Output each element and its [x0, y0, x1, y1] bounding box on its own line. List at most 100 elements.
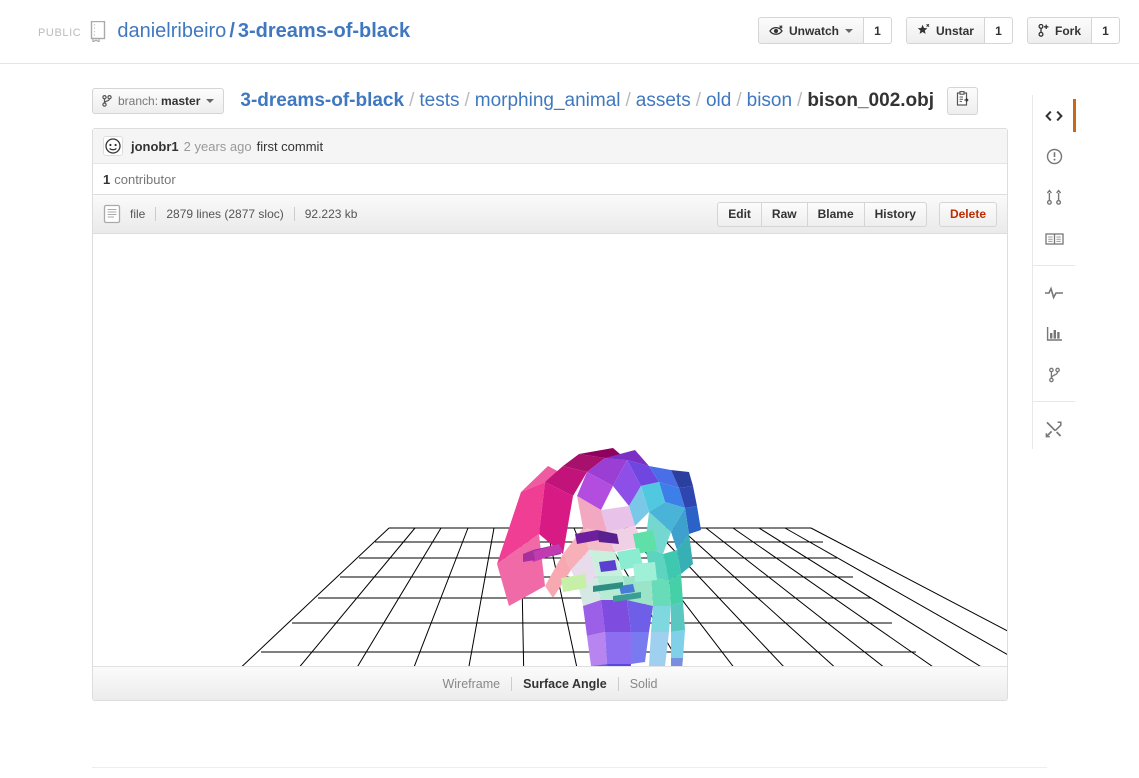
repo-header: PUBLIC danielribeiro/3-dreams-of-black U…	[0, 0, 1139, 64]
rail-divider	[1033, 401, 1075, 402]
unwatch-label: Unwatch	[788, 23, 839, 38]
star-icon	[917, 24, 931, 37]
fork-count[interactable]: 1	[1092, 17, 1120, 44]
fork-button-group: Fork 1	[1026, 17, 1120, 44]
star-button-group: Unstar 1	[905, 17, 1013, 44]
file-size: 92.223 kb	[304, 207, 358, 221]
fork-label: Fork	[1054, 23, 1081, 38]
breadcrumb-slash: /	[736, 90, 742, 111]
commit-message[interactable]: first commit	[257, 139, 323, 154]
obj-3d-viewer[interactable]	[93, 234, 1007, 666]
eye-icon	[769, 25, 784, 36]
latest-commit-box: jonobr1 2 years ago first commit 1 contr…	[92, 128, 1008, 195]
breadcrumb-part-bison[interactable]: bison	[747, 89, 792, 113]
blame-button[interactable]: Blame	[807, 201, 865, 227]
meta-divider	[155, 207, 157, 221]
unstar-button[interactable]: Unstar	[905, 17, 985, 44]
pulse-icon	[1044, 285, 1064, 300]
file-type-label: file	[130, 207, 146, 221]
repository-book-icon	[90, 20, 117, 42]
file-lines: 2879 lines (2877 sloc)	[166, 207, 284, 221]
breadcrumb-part-old[interactable]: old	[706, 89, 731, 113]
sidebar-item-code[interactable]	[1033, 95, 1076, 136]
branch-selector[interactable]: branch: master	[92, 88, 225, 114]
breadcrumb-file-name: bison_002.obj	[807, 90, 935, 111]
watch-count[interactable]: 1	[863, 17, 892, 44]
file-path-breadcrumb: 3-dreams-of-black / tests / morphing_ani…	[240, 89, 934, 113]
fork-button[interactable]: Fork	[1026, 17, 1092, 44]
history-button[interactable]: History	[864, 201, 927, 227]
contributors-label: contributor	[114, 171, 176, 187]
file-meta: file 2879 lines (2877 sloc) 92.223 kb	[103, 204, 357, 224]
sidebar-item-pull-requests[interactable]	[1033, 177, 1075, 218]
page-footer-divider	[92, 767, 1047, 768]
commit-row: jonobr1 2 years ago first commit	[93, 129, 1007, 164]
viewer-background	[93, 234, 1007, 666]
branch-prefix: branch:	[118, 94, 159, 108]
file-actions: Edit Raw Blame History Delete	[717, 201, 997, 227]
repo-name-link[interactable]: 3-dreams-of-black	[238, 20, 410, 42]
breadcrumb-slash: /	[797, 90, 803, 111]
graph-icon	[1046, 326, 1063, 342]
visibility-label: PUBLIC	[38, 27, 82, 39]
sidebar-item-graphs[interactable]	[1033, 313, 1075, 354]
repo-action-buttons: Unwatch 1 Unstar 1 Fork 1	[744, 17, 1120, 45]
view-mode-wireframe[interactable]: Wireframe	[431, 677, 511, 691]
sidebar-item-network[interactable]	[1033, 354, 1075, 395]
rail-divider	[1033, 265, 1075, 266]
chevron-down-icon	[844, 28, 853, 33]
breadcrumb-slash: /	[409, 90, 415, 111]
breadcrumb-part-assets[interactable]: assets	[636, 89, 691, 113]
view-mode-solid[interactable]: Solid	[619, 677, 669, 691]
main-content: branch: master 3-dreams-of-black / tests…	[92, 86, 1008, 701]
repo-path-separator: /	[229, 20, 235, 42]
commit-author[interactable]: jonobr1	[131, 139, 179, 154]
unwatch-button[interactable]: Unwatch	[757, 17, 864, 44]
book-icon	[1044, 232, 1064, 246]
file-box: file 2879 lines (2877 sloc) 92.223 kb Ed…	[92, 195, 1008, 701]
sidebar-item-pulse[interactable]	[1033, 272, 1075, 313]
contributors-count: 1	[103, 171, 111, 187]
unstar-label: Unstar	[935, 23, 974, 38]
contributors-row: 1 contributor	[93, 164, 1007, 194]
sidebar-item-wiki[interactable]	[1033, 218, 1075, 259]
sidebar-item-issues[interactable]	[1033, 136, 1075, 177]
chevron-down-icon	[206, 99, 215, 103]
raw-button[interactable]: Raw	[761, 201, 808, 227]
git-pull-request-icon	[1046, 189, 1062, 206]
breadcrumb-slash: /	[695, 90, 701, 111]
repo-owner-link[interactable]: danielribeiro	[117, 20, 226, 42]
branch-icon	[102, 95, 112, 107]
sidebar-item-settings[interactable]	[1033, 408, 1075, 449]
file-action-group: Edit Raw Blame History	[717, 201, 927, 227]
breadcrumb-slash: /	[625, 90, 631, 111]
meta-divider	[293, 207, 295, 221]
network-icon	[1048, 367, 1061, 383]
repo-title: PUBLIC danielribeiro/3-dreams-of-black	[38, 14, 410, 48]
file-header: file 2879 lines (2877 sloc) 92.223 kb Ed…	[93, 195, 1007, 234]
code-icon	[1045, 109, 1063, 123]
fork-icon	[1038, 24, 1050, 37]
view-mode-surface-angle[interactable]: Surface Angle	[512, 677, 618, 691]
delete-button[interactable]: Delete	[938, 201, 997, 227]
breadcrumb-part-morphing-animal[interactable]: morphing_animal	[475, 89, 621, 113]
edit-button[interactable]: Edit	[717, 201, 762, 227]
avatar	[103, 136, 123, 156]
repo-nav-rail	[1032, 95, 1076, 449]
viewer-mode-switcher: Wireframe Surface Angle Solid	[93, 666, 1007, 700]
repo-path: danielribeiro/3-dreams-of-black	[117, 19, 410, 43]
github-file-page: PUBLIC danielribeiro/3-dreams-of-black U…	[0, 0, 1139, 778]
branch-name: master	[161, 94, 201, 108]
star-count[interactable]: 1	[984, 17, 1013, 44]
clipboard-copy-icon	[956, 91, 969, 111]
issue-opened-icon	[1046, 148, 1063, 165]
breadcrumb-repo-root[interactable]: 3-dreams-of-black	[240, 89, 404, 113]
copy-path-button[interactable]	[947, 87, 979, 115]
file-text-icon	[103, 204, 130, 224]
commit-date: 2 years ago	[183, 138, 252, 154]
breadcrumb-slash: /	[464, 90, 470, 111]
watch-button-group: Unwatch 1	[757, 17, 892, 44]
breadcrumb-part-tests[interactable]: tests	[419, 89, 459, 113]
viewer-canvas[interactable]	[93, 234, 1007, 666]
tools-icon	[1045, 420, 1063, 438]
